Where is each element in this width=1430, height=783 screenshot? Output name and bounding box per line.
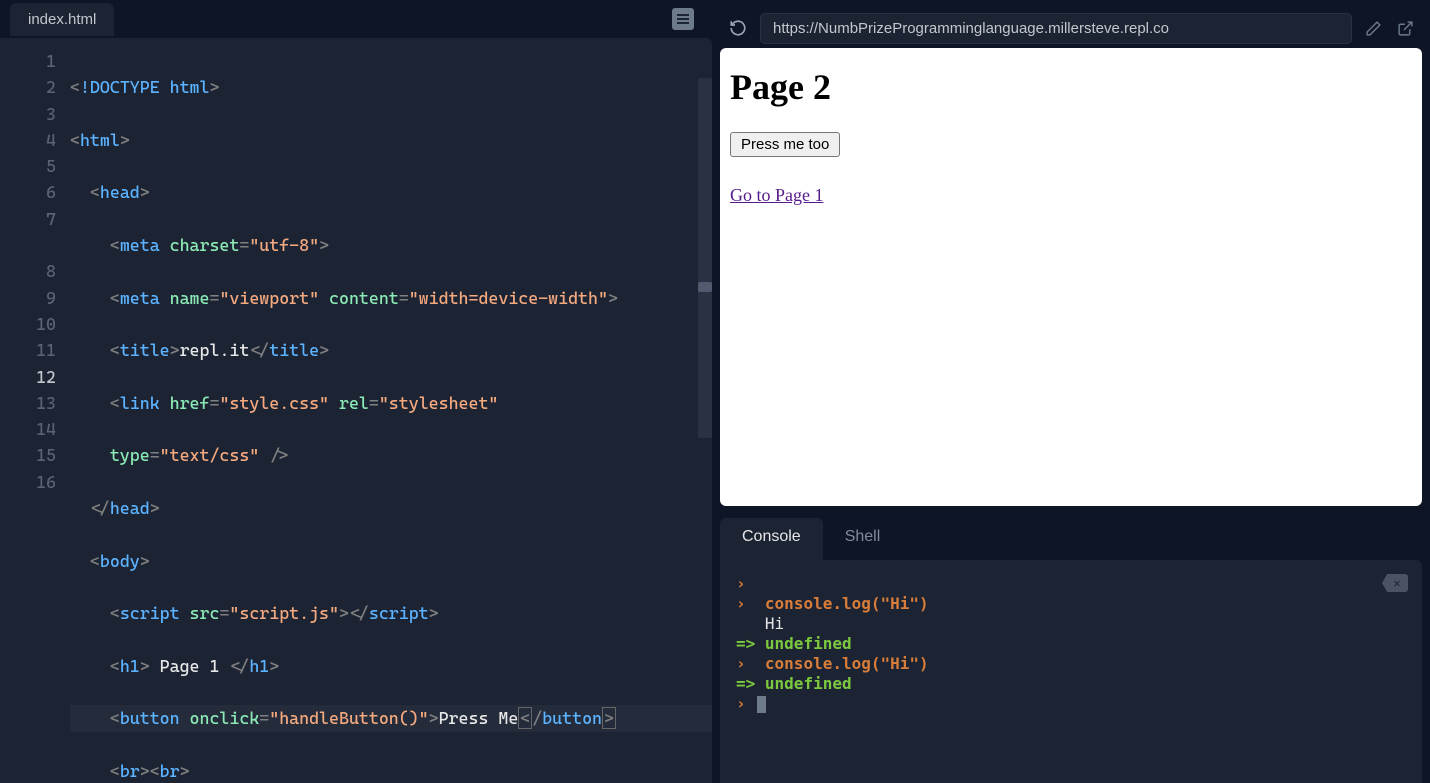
edit-icon[interactable] (1362, 17, 1384, 39)
minimap[interactable] (698, 78, 712, 438)
minimap-thumb[interactable] (698, 282, 712, 292)
code-editor[interactable]: 1 2 3 4 5 6 7 8 9 10 11 12 13 14 15 16 <… (0, 38, 712, 783)
code-content[interactable]: <!DOCTYPE html> <html> <head> <meta char… (70, 38, 712, 783)
tab-shell[interactable]: Shell (823, 518, 903, 560)
clear-console-icon[interactable]: ✕ (1382, 574, 1408, 592)
press-me-too-button[interactable]: Press me too (730, 132, 840, 157)
browser-preview: Page 2 Press me too Go to Page 1 (720, 48, 1422, 506)
console-cursor (757, 696, 766, 713)
editor-tab-bar: index.html (0, 0, 712, 38)
url-bar[interactable]: https://NumbPrizeProgramminglanguage.mil… (760, 13, 1352, 44)
file-tab[interactable]: index.html (10, 3, 114, 36)
go-to-page-1-link[interactable]: Go to Page 1 (730, 185, 824, 206)
reload-icon[interactable] (726, 16, 750, 40)
tab-console[interactable]: Console (720, 518, 823, 560)
browser-toolbar: https://NumbPrizeProgramminglanguage.mil… (720, 8, 1422, 48)
console-output[interactable]: ✕ › › console.log("Hi") Hi => undefined … (720, 560, 1422, 783)
page-title: Page 2 (730, 66, 1412, 108)
line-gutter: 1 2 3 4 5 6 7 8 9 10 11 12 13 14 15 16 (0, 38, 70, 783)
document-icon[interactable] (672, 8, 694, 30)
open-external-icon[interactable] (1394, 17, 1416, 39)
console-tabs: Console Shell (720, 518, 1422, 560)
